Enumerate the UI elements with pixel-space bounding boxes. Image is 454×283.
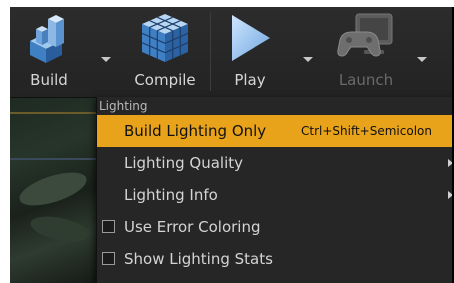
toolbar-separator — [210, 13, 211, 91]
build-label: Build — [30, 71, 68, 89]
level-viewport[interactable] — [10, 98, 100, 283]
editor-window: Build Compile Play Launch Lighting Build… — [10, 7, 454, 283]
menu-item-show-lighting-stats[interactable]: Show Lighting Stats — [97, 243, 454, 275]
play-dropdown-button[interactable] — [298, 7, 318, 97]
menu-item-label: Use Error Coloring — [124, 218, 261, 236]
launch-dropdown-button[interactable] — [412, 7, 432, 97]
compile-cube-icon — [138, 10, 192, 66]
viewport-detail — [28, 212, 92, 246]
viewport-detail — [10, 112, 100, 114]
compile-button[interactable]: Compile — [124, 7, 206, 97]
menu-item-label: Build Lighting Only — [124, 122, 267, 140]
play-triangle-icon — [226, 11, 274, 65]
viewport-detail — [15, 165, 91, 213]
menu-item-shortcut: Ctrl+Shift+Semicolon — [301, 124, 432, 138]
play-button[interactable]: Play — [218, 7, 282, 97]
menu-item-lighting-quality[interactable]: Lighting Quality — [97, 147, 454, 179]
build-button[interactable]: Build — [10, 7, 88, 97]
use-error-coloring-checkbox[interactable] — [102, 220, 115, 233]
main-toolbar: Build Compile Play Launch — [10, 7, 454, 98]
launch-monitor-icon — [336, 10, 396, 66]
show-lighting-stats-checkbox[interactable] — [102, 252, 115, 265]
chevron-down-icon — [303, 57, 313, 62]
viewport-detail — [10, 158, 100, 160]
menu-item-use-error-coloring[interactable]: Use Error Coloring — [97, 211, 454, 243]
build-dropdown-button[interactable] — [96, 7, 116, 97]
menu-item-build-lighting-only[interactable]: Build Lighting Only Ctrl+Shift+Semicolon — [97, 115, 454, 147]
build-dropdown-menu: Lighting Build Lighting Only Ctrl+Shift+… — [96, 97, 454, 283]
chevron-down-icon — [101, 57, 111, 62]
menu-item-lighting-info[interactable]: Lighting Info — [97, 179, 454, 211]
launch-label: Launch — [338, 71, 394, 89]
launch-button[interactable]: Launch — [324, 7, 408, 97]
menu-item-label: Lighting Info — [124, 186, 218, 204]
compile-label: Compile — [134, 71, 196, 89]
menu-item-label: Lighting Quality — [124, 154, 243, 172]
menu-section-header: Lighting — [99, 99, 148, 113]
menu-item-label: Show Lighting Stats — [124, 250, 273, 268]
build-blocks-icon — [26, 11, 72, 65]
play-label: Play — [234, 71, 266, 89]
chevron-down-icon — [417, 57, 427, 62]
